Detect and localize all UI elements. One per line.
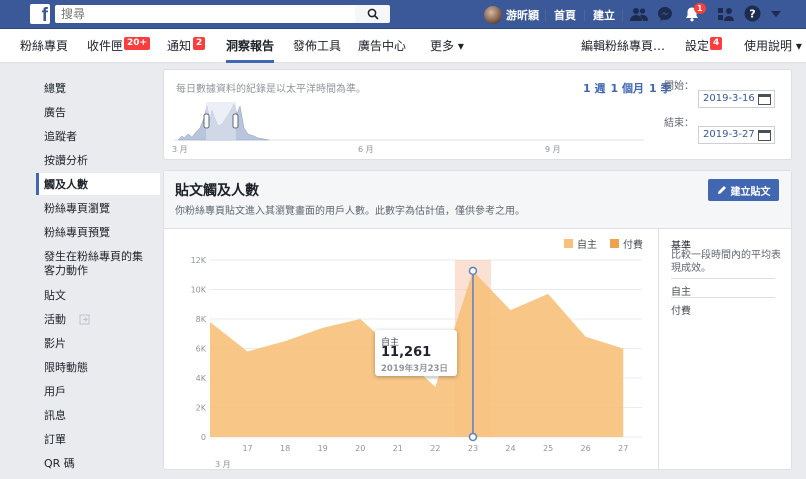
y-tick-label: 4K	[196, 374, 207, 383]
y-tick-label: 0	[201, 433, 206, 442]
x-tick-label: 27	[618, 444, 628, 453]
y-tick-label: 12K	[191, 256, 207, 265]
tooltip-date: 2019年3月23日	[381, 364, 448, 374]
y-tick-label: 8K	[196, 315, 207, 324]
x-tick-label: 20	[355, 444, 365, 453]
x-tick-label: 25	[543, 444, 553, 453]
tooltip-value: 11,261	[381, 345, 432, 360]
chart-tooltip: 自主 11,261 2019年3月23日	[375, 330, 457, 376]
x-tick-label: 18	[280, 444, 290, 453]
x-tick-label: 19	[318, 444, 328, 453]
x-tick-label: 21	[393, 444, 403, 453]
reach-area-chart[interactable]: 0 2K 4K 6K 8K 10K 12K 17 18 19 20 21 22 23 24 25 26 27	[0, 0, 806, 479]
y-tick-label: 2K	[196, 404, 207, 413]
x-tick-label: 26	[581, 444, 591, 453]
hover-point-bottom	[468, 432, 478, 442]
x-tick-label: 22	[430, 444, 440, 453]
y-tick-label: 10K	[191, 286, 207, 295]
x-tick-label: 17	[242, 444, 252, 453]
x-tick-label: 24	[505, 444, 515, 453]
hover-point-top	[468, 266, 478, 276]
y-tick-label: 6K	[196, 345, 207, 354]
x-axis-month-label: 3 月	[215, 460, 231, 469]
x-tick-label: 23	[468, 444, 478, 453]
